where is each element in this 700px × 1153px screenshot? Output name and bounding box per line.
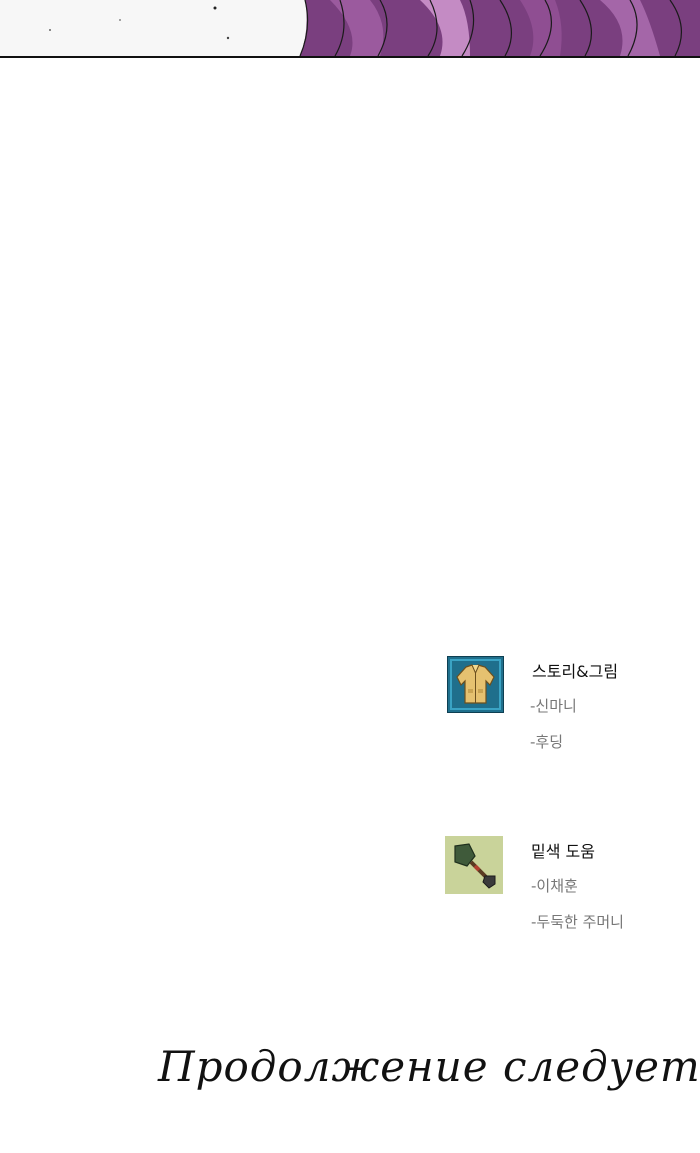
comic-art-illustration xyxy=(0,0,700,58)
credit-role-label: 밑색 도움 xyxy=(531,842,595,861)
credit-role-label: 스토리&그림 xyxy=(532,662,619,681)
credit-name: -후딩 xyxy=(530,733,564,751)
to-be-continued-text: Продолжение следует xyxy=(158,1042,700,1091)
jacket-icon xyxy=(447,656,504,713)
comic-panel-fragment xyxy=(0,0,700,58)
credit-name: -신마니 xyxy=(530,697,577,715)
panel-border-line xyxy=(0,56,700,58)
shovel-icon xyxy=(445,836,503,894)
credit-name: -이채훈 xyxy=(531,877,578,895)
credit-name: -두둑한 주머니 xyxy=(531,913,624,931)
